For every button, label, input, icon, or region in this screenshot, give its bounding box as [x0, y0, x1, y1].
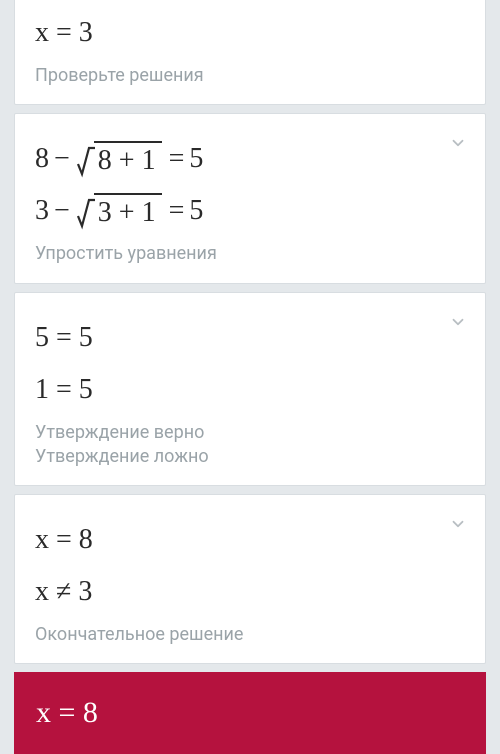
- step-card-substitute: 8 − 8 + 1 = 5 3 − 3 + 1 = 5 Упростить: [14, 113, 486, 283]
- term: 3: [35, 190, 49, 232]
- equation-text: x = 8: [35, 519, 93, 561]
- caption-line: Утверждение верно: [35, 422, 204, 443]
- expand-toggle[interactable]: [449, 515, 467, 533]
- equation-line: x ≠ 3: [35, 571, 465, 613]
- equation-line: 1 = 5: [35, 369, 465, 411]
- chevron-down-icon: [449, 313, 467, 331]
- expand-toggle[interactable]: [449, 134, 467, 152]
- radicand: 8 + 1: [94, 141, 162, 178]
- equals-op: =: [169, 138, 185, 180]
- equation-line: 8 − 8 + 1 = 5: [35, 138, 465, 180]
- minus-op: −: [54, 190, 70, 232]
- step-card-verify: 5 = 5 1 = 5 Утверждение верно Утверждени…: [14, 292, 486, 487]
- sqrt-expression: 3 + 1: [77, 193, 162, 230]
- equation-line: 3 − 3 + 1 = 5: [35, 190, 465, 232]
- equation-text: 5 = 5: [35, 317, 93, 359]
- final-answer-bar: x = 8: [14, 672, 486, 754]
- equation-line: x = 8: [35, 519, 465, 561]
- equals-op: =: [169, 190, 185, 232]
- step-card-solutions: x = 3 Проверьте решения: [14, 0, 486, 105]
- caption-line: Утверждение ложно: [35, 446, 209, 467]
- term: 5: [189, 190, 203, 232]
- radicand: 3 + 1: [94, 193, 162, 230]
- step-caption: Утверждение верно Утверждение ложно: [35, 421, 465, 470]
- equation-text: x = 3: [35, 12, 93, 54]
- equation-line: 5 = 5: [35, 317, 465, 359]
- equation-line: x = 3: [35, 12, 465, 54]
- minus-op: −: [54, 138, 70, 180]
- term: 5: [189, 138, 203, 180]
- chevron-down-icon: [449, 515, 467, 533]
- final-answer-text: x = 8: [36, 696, 98, 729]
- radical-icon: [77, 196, 95, 230]
- radical-icon: [77, 144, 95, 178]
- equation-text: 1 = 5: [35, 369, 93, 411]
- equation-text: x ≠ 3: [35, 571, 92, 613]
- expand-toggle[interactable]: [449, 313, 467, 331]
- chevron-down-icon: [449, 134, 467, 152]
- step-caption: Упростить уравнения: [35, 242, 465, 266]
- term: 8: [35, 138, 49, 180]
- step-caption: Проверьте решения: [35, 64, 465, 88]
- step-caption: Окончательное решение: [35, 623, 465, 647]
- step-card-final: x = 8 x ≠ 3 Окончательное решение: [14, 494, 486, 664]
- sqrt-expression: 8 + 1: [77, 141, 162, 178]
